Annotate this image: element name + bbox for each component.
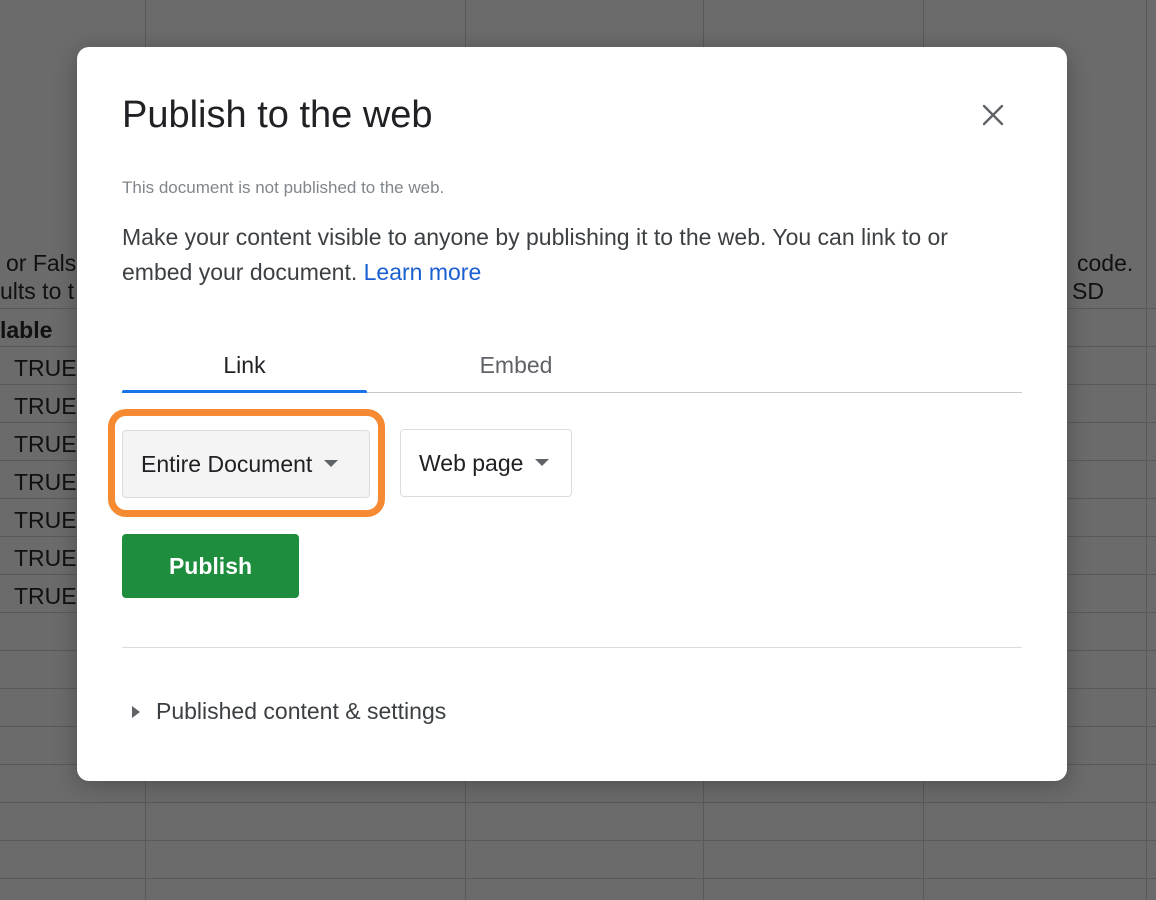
scope-dropdown[interactable]: Entire Document [122, 430, 370, 498]
sheet-cell: TRUE [14, 507, 77, 533]
close-icon [982, 104, 1004, 126]
grid-line [0, 802, 1156, 803]
format-dropdown-value: Web page [419, 449, 524, 476]
sheet-cell: TRUE [14, 469, 77, 495]
tab-embed[interactable]: Embed [367, 337, 665, 393]
sheet-cell: or Fals [6, 250, 77, 276]
grid-line [1146, 0, 1147, 900]
format-dropdown[interactable]: Web page [400, 429, 572, 497]
active-tab-indicator [122, 390, 367, 393]
sheet-cell: code. [1077, 250, 1134, 276]
published-content-expander[interactable]: Published content & settings [132, 698, 446, 725]
dialog-description: Make your content visible to anyone by p… [122, 220, 1022, 290]
sheet-cell: TRUE [14, 355, 77, 381]
sheet-cell: SD [1072, 278, 1104, 304]
grid-line [0, 878, 1156, 879]
sheet-cell: ults to t [0, 278, 75, 304]
section-divider [122, 647, 1022, 648]
tab-link[interactable]: Link [122, 337, 367, 393]
triangle-right-icon [132, 705, 140, 718]
sheet-cell: TRUE [14, 393, 77, 419]
sheet-cell: TRUE [14, 431, 77, 457]
dialog-title: Publish to the web [122, 94, 433, 136]
publish-status: This document is not published to the we… [122, 178, 445, 197]
expander-label: Published content & settings [156, 698, 447, 724]
learn-more-link[interactable]: Learn more [364, 259, 482, 285]
tab-bar: Link Embed [122, 337, 1022, 393]
caret-down-icon [324, 460, 339, 467]
close-button[interactable] [975, 97, 1011, 133]
sheet-cell: TRUE [14, 545, 77, 571]
sheet-cell: lable [0, 317, 53, 343]
caret-down-icon [535, 459, 550, 466]
sheet-cell: TRUE [14, 583, 77, 609]
grid-line [0, 840, 1156, 841]
scope-dropdown-value: Entire Document [141, 450, 313, 477]
publish-dialog: Publish to the web This document is not … [77, 47, 1067, 781]
description-text: Make your content visible to anyone by p… [122, 224, 948, 285]
publish-button[interactable]: Publish [122, 534, 299, 598]
